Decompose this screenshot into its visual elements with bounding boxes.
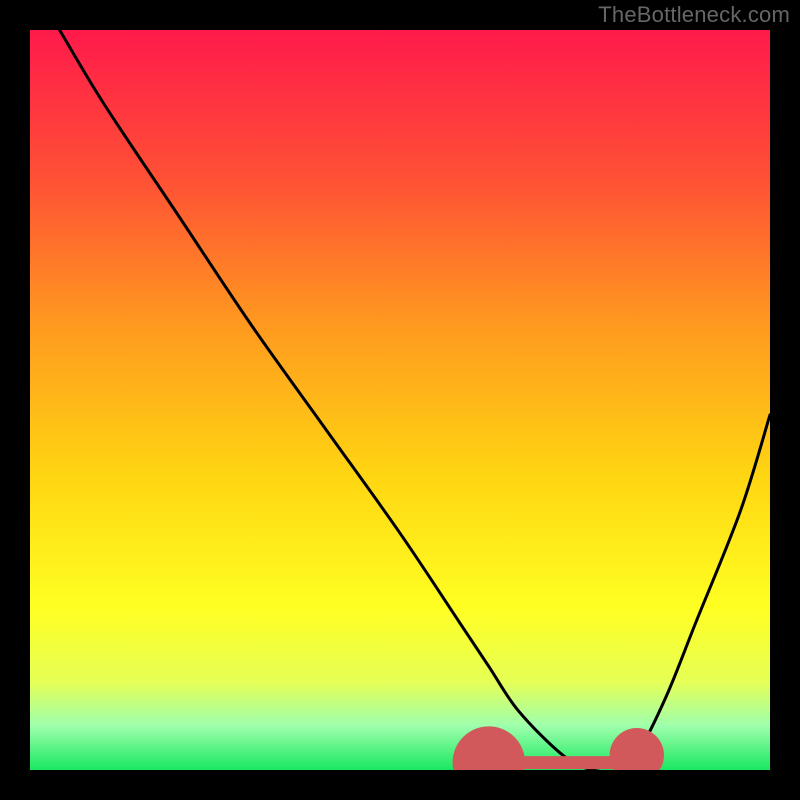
- chart-frame: TheBottleneck.com: [0, 0, 800, 800]
- gradient-rect: [30, 30, 770, 770]
- watermark-text: TheBottleneck.com: [598, 2, 790, 28]
- plot-area: [30, 30, 770, 770]
- chart-svg: [30, 30, 770, 770]
